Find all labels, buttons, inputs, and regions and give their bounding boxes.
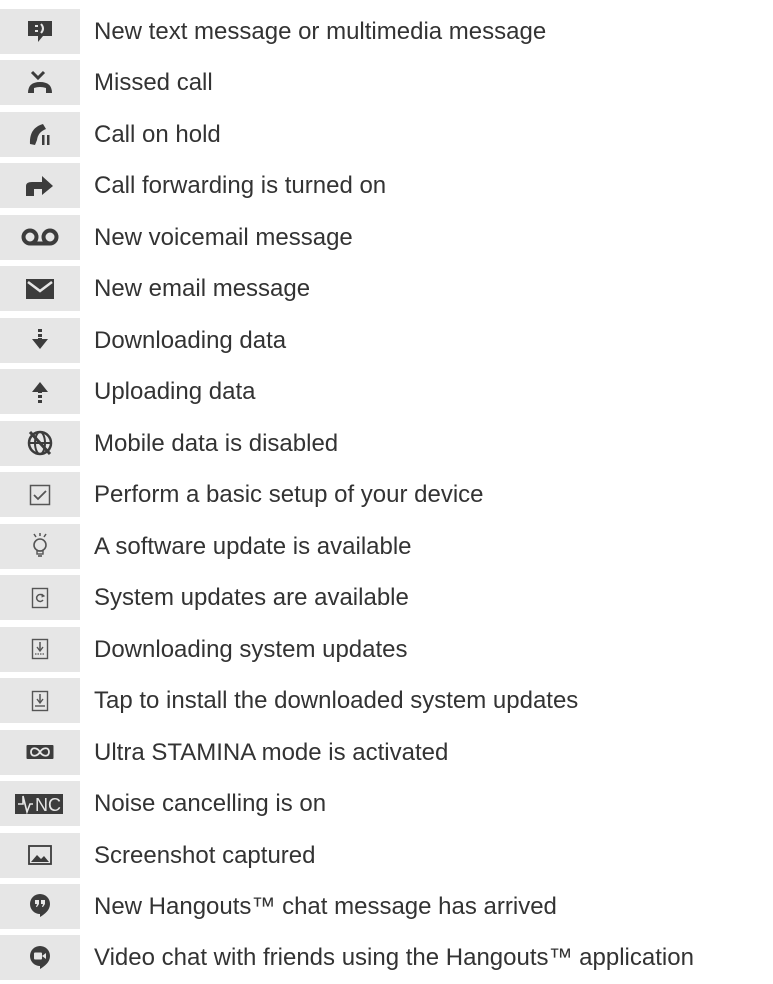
setup-checkbox-icon xyxy=(0,472,80,518)
notification-icon-list: New text message or multimedia message M… xyxy=(0,6,773,984)
system-update-icon xyxy=(0,575,80,621)
list-item: New voicemail message xyxy=(0,212,773,263)
list-item-label: Perform a basic setup of your device xyxy=(94,481,484,509)
list-item: Tap to install the downloaded system upd… xyxy=(0,675,773,726)
list-item: Downloading system updates xyxy=(0,624,773,675)
noise-cancelling-icon: NC xyxy=(0,781,80,827)
list-item-label: New voicemail message xyxy=(94,223,353,251)
download-icon xyxy=(0,317,80,363)
list-item: New text message or multimedia message xyxy=(0,6,773,57)
list-item: NC Noise cancelling is on xyxy=(0,778,773,829)
list-item-label: Noise cancelling is on xyxy=(94,790,327,818)
list-item: Perform a basic setup of your device xyxy=(0,469,773,520)
list-item-label: Video chat with friends using the Hangou… xyxy=(94,944,694,972)
ultra-stamina-icon xyxy=(0,729,80,775)
downloading-system-update-icon xyxy=(0,626,80,672)
list-item-label: Call forwarding is turned on xyxy=(94,172,387,200)
list-item-label: Downloading data xyxy=(94,326,287,354)
list-item-label: Ultra STAMINA mode is activated xyxy=(94,738,449,766)
lightbulb-icon xyxy=(0,523,80,569)
list-item: Downloading data xyxy=(0,315,773,366)
voicemail-icon xyxy=(0,214,80,260)
hangouts-chat-icon xyxy=(0,883,80,929)
list-item-label: Screenshot captured xyxy=(94,841,316,869)
mobile-data-disabled-icon xyxy=(0,420,80,466)
list-item: Mobile data is disabled xyxy=(0,418,773,469)
list-item-label: Mobile data is disabled xyxy=(94,429,339,457)
list-item: Uploading data xyxy=(0,366,773,417)
email-icon xyxy=(0,266,80,312)
upload-icon xyxy=(0,369,80,415)
list-item-label: Tap to install the downloaded system upd… xyxy=(94,687,579,715)
list-item: Ultra STAMINA mode is activated xyxy=(0,727,773,778)
list-item: Call on hold xyxy=(0,109,773,160)
list-item-label: Call on hold xyxy=(94,120,221,148)
list-item: New email message xyxy=(0,263,773,314)
call-forwarding-icon xyxy=(0,163,80,209)
list-item-label: New text message or multimedia message xyxy=(94,18,547,45)
text-message-icon xyxy=(0,9,80,54)
list-item: Missed call xyxy=(0,57,773,108)
list-item-label: Downloading system updates xyxy=(94,635,408,663)
list-item: New Hangouts™ chat message has arrived xyxy=(0,881,773,932)
list-item: A software update is available xyxy=(0,521,773,572)
list-item-label: New email message xyxy=(94,275,311,303)
missed-call-icon xyxy=(0,60,80,106)
noise-cancelling-icon-text: NC xyxy=(35,795,61,815)
list-item-label: New Hangouts™ chat message has arrived xyxy=(94,892,557,920)
list-item: Video chat with friends using the Hangou… xyxy=(0,932,773,983)
list-item: Call forwarding is turned on xyxy=(0,160,773,211)
screenshot-icon xyxy=(0,832,80,878)
list-item-label: System updates are available xyxy=(94,584,409,612)
list-item-label: Uploading data xyxy=(94,378,256,406)
list-item: System updates are available xyxy=(0,572,773,623)
list-item-label: Missed call xyxy=(94,69,213,97)
call-on-hold-icon xyxy=(0,111,80,157)
list-item-label: A software update is available xyxy=(94,532,412,560)
list-item: Screenshot captured xyxy=(0,830,773,881)
install-update-icon xyxy=(0,678,80,724)
